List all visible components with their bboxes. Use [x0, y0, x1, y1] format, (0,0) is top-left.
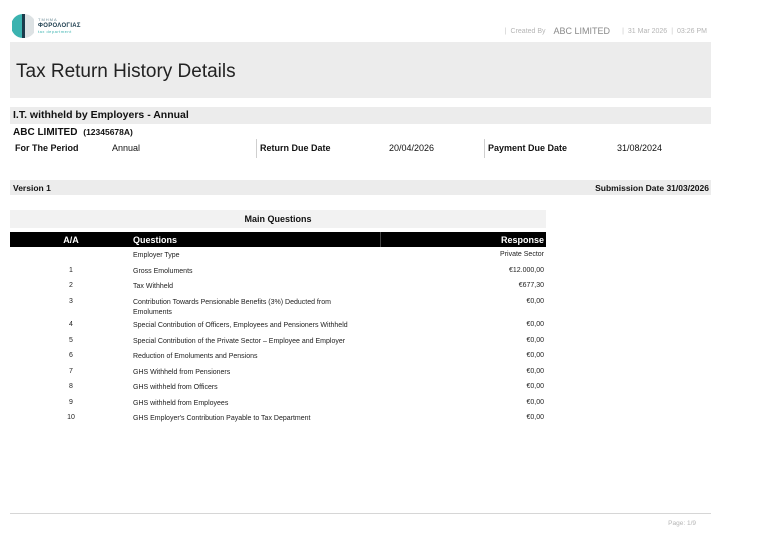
created-by-company: ABC LIMITED [553, 26, 611, 36]
divider [256, 139, 257, 158]
table-row: 3 Contribution Towards Pensionable Benef… [10, 295, 546, 319]
page-number: Page: 1/9 [668, 520, 696, 527]
period-label: For The Period [15, 143, 79, 153]
row-aa: 9 [69, 398, 73, 406]
period-row: For The Period Annual Return Due Date 20… [10, 139, 711, 158]
created-date: 31 Mar 2026 [627, 27, 668, 35]
submission-date: Submission Date 31/03/2026 [595, 183, 709, 193]
main-questions-title: Main Questions [244, 214, 312, 224]
created-by-label: Created By [510, 27, 546, 35]
row-response: €0,00 [526, 321, 544, 328]
row-question: Employer Type [133, 252, 180, 259]
column-divider [380, 232, 381, 247]
column-header-response: Response [500, 235, 544, 245]
row-aa: 6 [69, 352, 73, 359]
row-response: €0,00 [526, 383, 544, 390]
table-row: 10 GHS Employer's Contribution Payable t… [10, 411, 546, 427]
divider [484, 139, 485, 158]
column-header-questions: Questions [133, 235, 178, 245]
questions-table-body: Employer Type Private Sector 1 Gross Emo… [10, 248, 546, 427]
row-question: GHS Employer's Contribution Payable to T… [133, 415, 311, 422]
company-line: ABC LIMITED (12345678A) [13, 127, 133, 138]
table-row: 2 Tax Withheld €677,30 [10, 279, 546, 295]
row-response: €12.000,00 [508, 266, 544, 274]
row-response: Private Sector [500, 251, 544, 258]
row-question: GHS withheld from Employees [133, 399, 229, 407]
version-label: Version 1 [13, 183, 51, 193]
section-title: I.T. withheld by Employers - Annual [13, 109, 189, 121]
row-response: €0,00 [526, 367, 544, 375]
row-question: Contribution Towards Pensionable Benefit… [133, 298, 331, 316]
table-row: 6 Reduction of Emoluments and Pensions €… [10, 349, 546, 365]
row-response: €0,00 [526, 336, 544, 344]
footer-divider [10, 513, 711, 514]
table-row: 8 GHS withheld from Officers €0,00 [10, 380, 546, 396]
row-question: GHS Withheld from Pensioners [133, 368, 231, 376]
row-question: Reduction of Emoluments and Pensions [133, 353, 258, 360]
row-question: Special Contribution of the Private Sect… [133, 337, 346, 345]
section-header: I.T. withheld by Employers - Annual [10, 107, 711, 124]
row-question: Gross Emoluments [133, 267, 193, 275]
period-value: Annual [112, 143, 141, 153]
title-band: Tax Return History Details [10, 42, 711, 98]
row-response: €0,00 [526, 414, 544, 421]
logo-mark-icon [12, 14, 34, 38]
row-aa: 5 [69, 336, 73, 344]
column-header-aa: A/A [63, 235, 79, 245]
row-question: GHS withheld from Officers [133, 384, 218, 391]
row-question: Tax Withheld [133, 283, 174, 290]
table-row: 9 GHS withheld from Employees €0,00 [10, 396, 546, 412]
row-aa: 3 [69, 297, 73, 305]
table-row: 5 Special Contribution of the Private Se… [10, 334, 546, 350]
row-response: €677,30 [518, 282, 544, 289]
row-aa: 10 [67, 414, 75, 421]
created-time: 03:26 PM [677, 27, 707, 35]
return-due-value: 20/04/2026 [389, 143, 435, 153]
questions-table-header: A/A Questions Response [10, 232, 546, 247]
row-aa: 1 [69, 266, 73, 274]
payment-due-label: Payment Due Date [488, 143, 568, 153]
row-aa: 2 [69, 282, 73, 289]
row-question: Special Contribution of Officers, Employ… [133, 322, 348, 329]
row-aa: 4 [69, 321, 73, 328]
main-questions-header: Main Questions [10, 210, 546, 228]
logo-wordmark: ΤΜΗΜΑ ΦΟΡΟΛΟΓΙΑΣ tax department [38, 17, 81, 34]
page-title: Tax Return History Details [16, 61, 236, 82]
company-name: ABC LIMITED [13, 127, 78, 138]
row-aa: 8 [69, 383, 73, 390]
row-response: €0,00 [526, 352, 544, 359]
table-row: Employer Type Private Sector [10, 248, 546, 264]
document-meta: | Created By ABC LIMITED | 31 Mar 2026 |… [504, 26, 707, 36]
table-row: 7 GHS Withheld from Pensioners €0,00 [10, 365, 546, 381]
table-row: 4 Special Contribution of Officers, Empl… [10, 318, 546, 334]
row-response: €0,00 [526, 297, 544, 305]
payment-due-value: 31/08/2024 [617, 143, 663, 153]
company-tin: (12345678A) [83, 127, 133, 137]
table-row: 1 Gross Emoluments €12.000,00 [10, 264, 546, 280]
return-due-label: Return Due Date [260, 143, 331, 153]
row-response: €0,00 [526, 398, 544, 406]
version-band: Version 1 Submission Date 31/03/2026 [10, 180, 711, 195]
tax-department-logo: ΤΜΗΜΑ ΦΟΡΟΛΟΓΙΑΣ tax department [12, 13, 92, 39]
row-aa: 7 [69, 367, 73, 375]
